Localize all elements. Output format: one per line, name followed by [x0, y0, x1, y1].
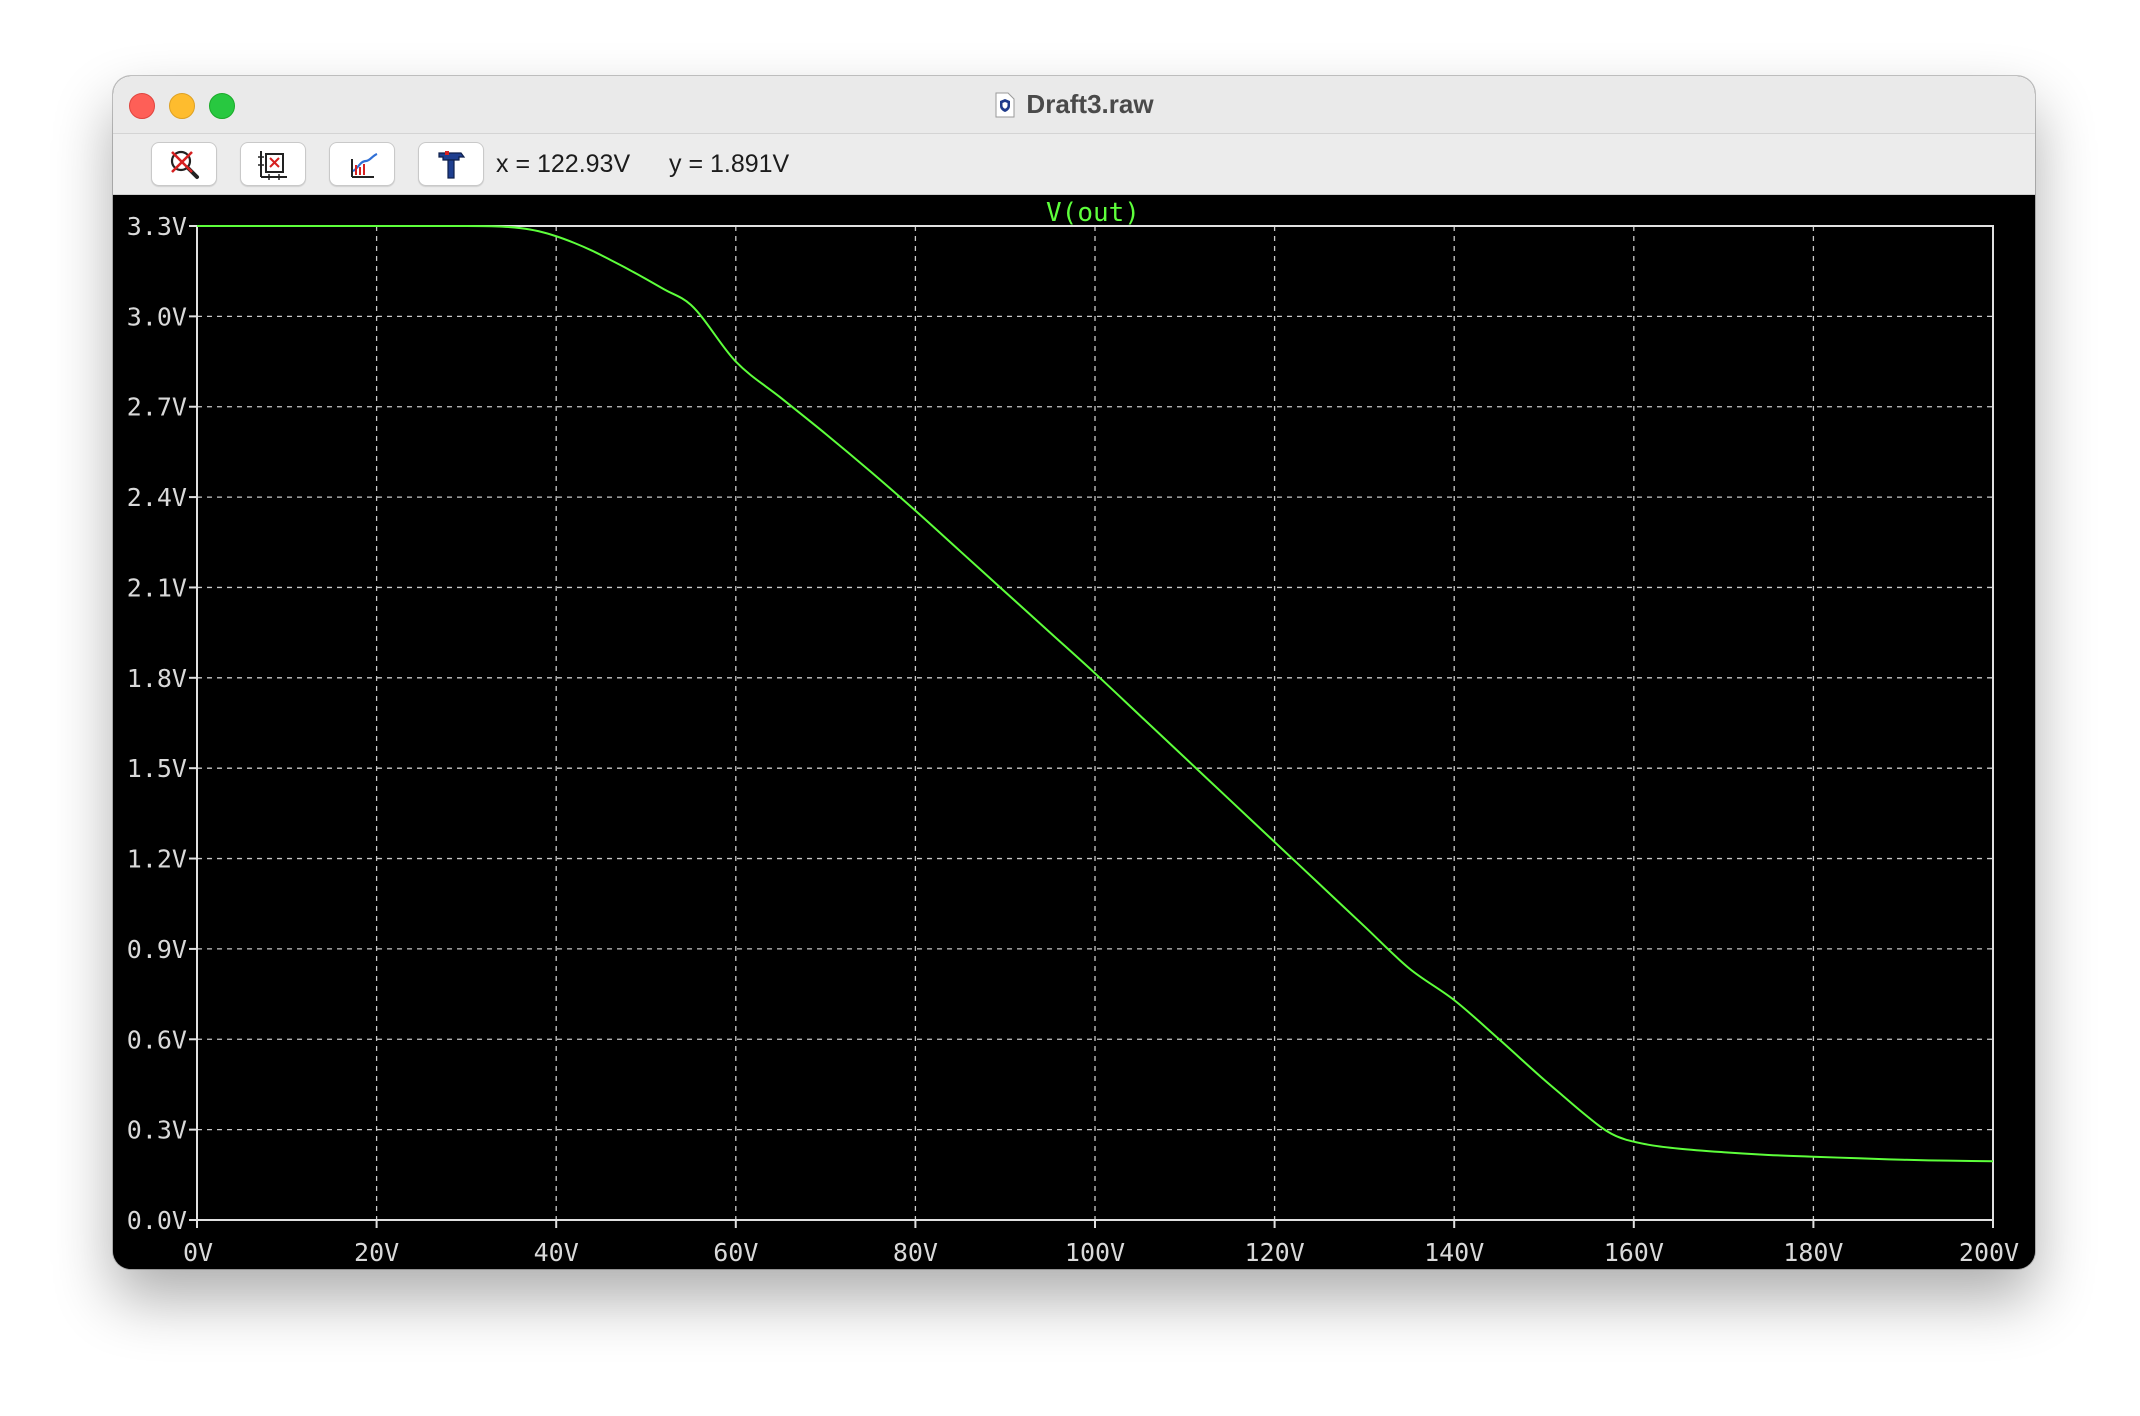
x-tick-label: 100V	[1065, 1238, 1125, 1267]
autorange-zoom-button[interactable]	[151, 142, 217, 186]
y-tick-label: 2.1V	[127, 573, 187, 602]
trace-label-vout[interactable]: V(out)	[1046, 198, 1140, 228]
x-tick-label: 60V	[713, 1238, 758, 1267]
waveform-chart[interactable]: 0V 20V 40V 60V 80V 100V 120V 140V 160V 180V 200V 0…	[113, 195, 2035, 1269]
window-title: Draft3.raw	[113, 76, 2035, 133]
y-tick-label: 0.3V	[127, 1116, 187, 1145]
y-tick-label: 1.2V	[127, 845, 187, 874]
pan-button[interactable]	[329, 142, 395, 186]
y-tick-label: 1.5V	[127, 754, 187, 783]
plot-area[interactable]: 0V 20V 40V 60V 80V 100V 120V 140V 160V 180V 200V 0…	[113, 195, 2035, 1269]
y-tick-label: 0.0V	[127, 1206, 187, 1235]
x-tick-label: 200V	[1959, 1238, 2019, 1267]
x-tick-label: 80V	[893, 1238, 938, 1267]
x-tick-label: 120V	[1244, 1238, 1304, 1267]
cursor-x-readout: x = 122.93V	[496, 150, 631, 178]
grid-layer	[197, 226, 1993, 1220]
y-tick-label: 2.7V	[127, 393, 187, 422]
toolbar: x = 122.93V y = 1.891V	[113, 134, 2035, 195]
x-tick-labels: 0V 20V 40V 60V 80V 100V 120V 140V 160V 180V 200V	[183, 1238, 2019, 1267]
cursor-y-readout: y = 1.891V	[669, 150, 790, 178]
y-tick-label: 2.4V	[127, 483, 187, 512]
y-tick-label: 3.0V	[127, 302, 187, 331]
y-tick-label: 1.8V	[127, 664, 187, 693]
x-tick-label: 40V	[534, 1238, 579, 1267]
waveform-window: Draft3.raw x = 122.93V y = 1.891V 0V 20V…	[113, 76, 2035, 1269]
y-tick-label: 0.6V	[127, 1025, 187, 1054]
title-bar[interactable]: Draft3.raw	[113, 76, 2035, 134]
x-tick-label: 20V	[354, 1238, 399, 1267]
axis-layer	[189, 225, 1994, 1228]
settings-button[interactable]	[418, 142, 484, 186]
y-tick-labels: 0.0V 0.3V 0.6V 0.9V 1.2V 1.5V 1.8V 2.1V 2.4V 2.7V…	[127, 212, 187, 1235]
zoom-extents-icon	[258, 151, 287, 180]
x-tick-label: 0V	[183, 1238, 213, 1267]
zoom-cancel-icon	[170, 150, 199, 179]
y-tick-label: 0.9V	[127, 935, 187, 964]
window-title-text: Draft3.raw	[1026, 89, 1154, 119]
x-tick-label: 140V	[1424, 1238, 1484, 1267]
x-tick-label: 180V	[1783, 1238, 1843, 1267]
x-tick-label: 160V	[1604, 1238, 1664, 1267]
hammer-icon	[438, 151, 466, 179]
y-tick-label: 3.3V	[127, 212, 187, 241]
zoom-extents-button[interactable]	[240, 142, 306, 186]
document-shield-icon	[995, 92, 1015, 117]
pan-axes-icon	[351, 152, 378, 178]
